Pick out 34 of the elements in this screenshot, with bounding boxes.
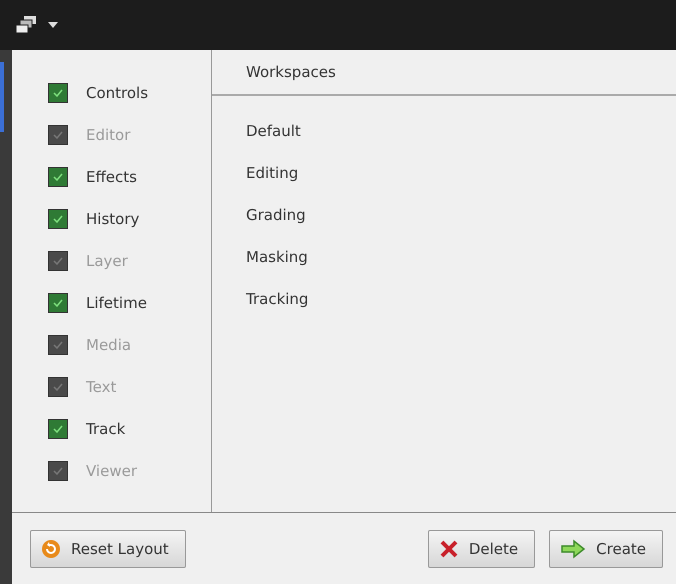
workspace-item[interactable]: Tracking: [212, 278, 308, 320]
reset-button[interactable]: Reset Layout: [30, 530, 186, 568]
checkbox[interactable]: [48, 167, 68, 187]
checkbox[interactable]: [48, 209, 68, 229]
workspace-item[interactable]: Default: [212, 110, 301, 152]
caret-icon[interactable]: [48, 22, 58, 28]
panel-label: Layer: [86, 252, 128, 270]
close-icon: [438, 538, 459, 558]
panel-label: Controls: [86, 84, 148, 102]
checkbox[interactable]: [48, 461, 68, 481]
panel-label: Text: [86, 378, 116, 396]
checkbox[interactable]: [48, 293, 68, 313]
windows-icon[interactable]: [16, 15, 38, 35]
checkbox[interactable]: [48, 251, 68, 271]
checkbox[interactable]: [48, 335, 68, 355]
workspace-item[interactable]: Grading: [212, 194, 306, 236]
refresh-icon: [41, 538, 61, 558]
panel-label: Effects: [86, 168, 137, 186]
workspace-item[interactable]: Masking: [212, 236, 308, 278]
panel-label: Viewer: [86, 462, 137, 480]
checkbox[interactable]: [48, 125, 68, 145]
panel-label: Media: [86, 336, 132, 354]
panel-label: Track: [86, 420, 126, 438]
checkbox[interactable]: [48, 419, 68, 439]
checkbox[interactable]: [48, 377, 68, 397]
workspace-item[interactable]: Editing: [212, 152, 298, 194]
panel-label: Editor: [86, 126, 130, 144]
arrow-right-icon: [560, 538, 586, 558]
delete-button[interactable]: Delete: [428, 530, 536, 568]
create-button[interactable]: Create: [549, 530, 663, 568]
panel-label: History: [86, 210, 140, 228]
list-header: Workspaces: [246, 63, 336, 81]
checkbox[interactable]: [48, 83, 68, 103]
panel-label: Lifetime: [86, 294, 147, 312]
